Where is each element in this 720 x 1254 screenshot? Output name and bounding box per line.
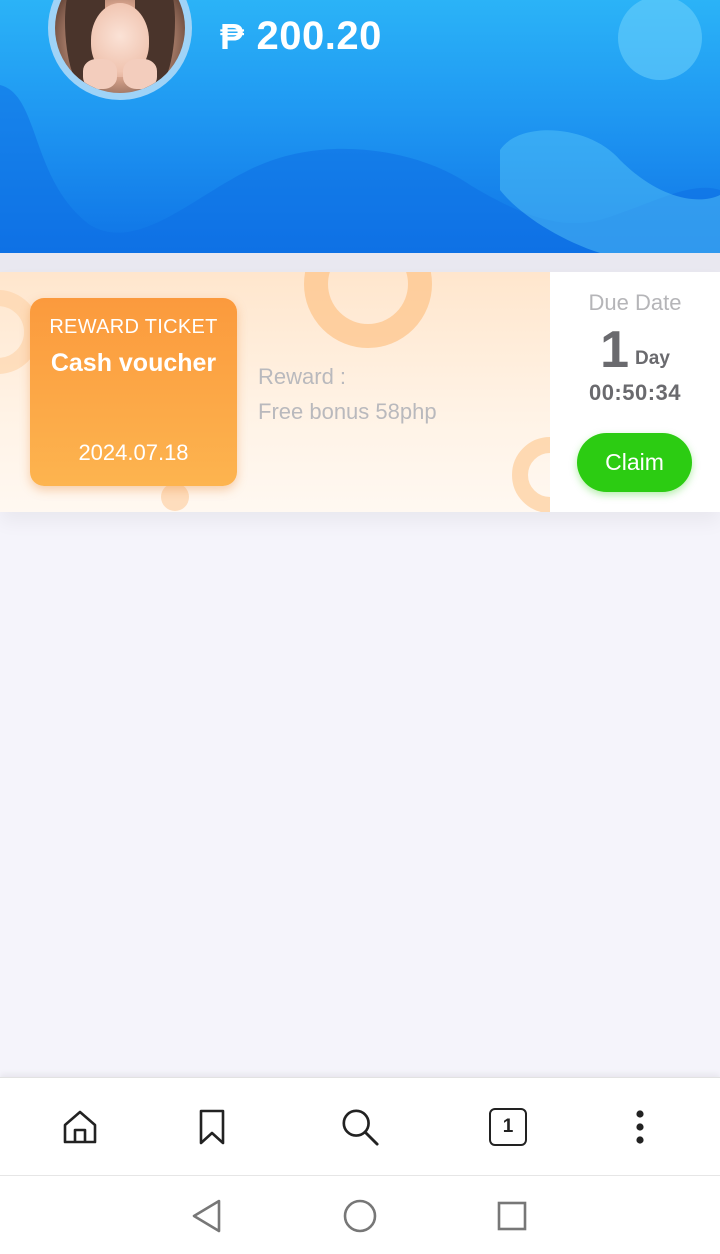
home-circle-icon (343, 1199, 377, 1233)
more-menu-button[interactable] (620, 1107, 660, 1147)
voucher-body: REWARD TICKET Cash voucher 2024.07.18 Re… (0, 272, 550, 512)
home-button[interactable] (60, 1107, 100, 1147)
countdown-timer: 00:50:34 (588, 380, 682, 405)
reward-info: Reward : Free bonus 58php (258, 359, 437, 429)
reward-value: Free bonus 58php (258, 399, 437, 424)
bookmark-icon (199, 1109, 225, 1145)
due-days: 1 Day (550, 324, 720, 376)
due-date-label: Due Date (588, 290, 682, 315)
search-icon (342, 1109, 379, 1146)
browser-toolbar: 1 (0, 1077, 720, 1175)
voucher-card: REWARD TICKET Cash voucher 2024.07.18 Re… (0, 272, 720, 512)
profile-header: ₱ 200.20 (0, 0, 720, 253)
recents-icon (497, 1201, 527, 1231)
peso-currency-icon: ₱ (220, 15, 245, 57)
recents-button[interactable] (492, 1196, 532, 1236)
ticket-tag: REWARD TICKET (49, 316, 218, 338)
home-icon (63, 1110, 97, 1144)
section-divider (0, 253, 720, 272)
tabs-button[interactable]: 1 (488, 1107, 528, 1147)
reward-label: Reward : (258, 364, 347, 389)
tabs-icon: 1 (489, 1108, 527, 1146)
search-button[interactable] (340, 1107, 380, 1147)
reward-ticket: REWARD TICKET Cash voucher 2024.07.18 (30, 298, 237, 486)
due-panel: Due Date 1 Day 00:50:34 Claim (550, 272, 720, 512)
due-days-number: 1 (600, 321, 630, 379)
balance-amount: 200.20 (256, 14, 382, 58)
avatar-photo (55, 0, 185, 93)
claim-button[interactable]: Claim (577, 433, 692, 492)
balance-display: ₱ 200.20 (220, 14, 382, 59)
more-vertical-icon (636, 1110, 644, 1144)
ticket-title: Cash voucher (50, 349, 217, 377)
back-icon (192, 1199, 221, 1233)
ticket-date: 2024.07.18 (78, 440, 189, 465)
bookmark-button[interactable] (192, 1107, 232, 1147)
due-days-unit: Day (635, 348, 670, 369)
home-nav-button[interactable] (340, 1196, 380, 1236)
back-button[interactable] (186, 1196, 226, 1236)
system-navigation-bar (0, 1175, 720, 1254)
